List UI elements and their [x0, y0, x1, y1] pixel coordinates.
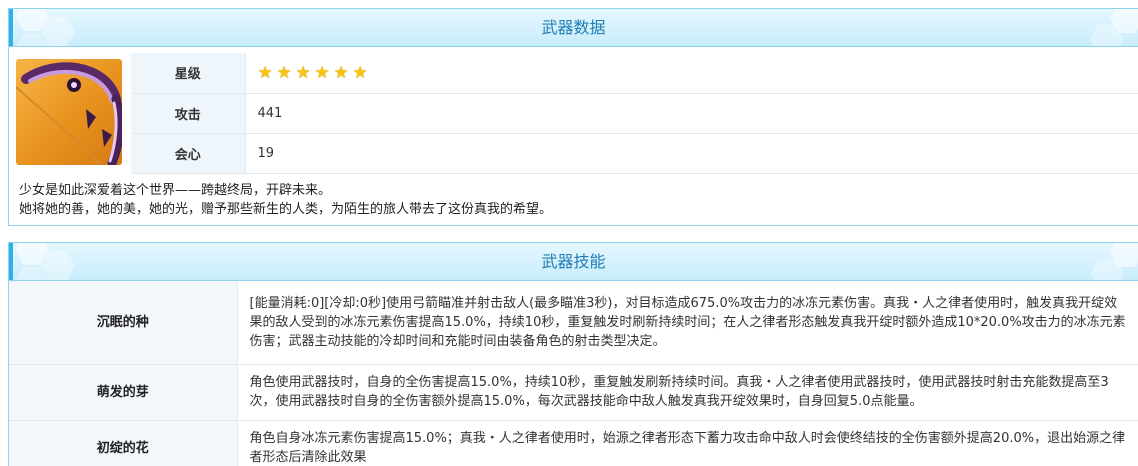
- weapon-skills-header: 武器技能: [9, 243, 1138, 281]
- weapon-data-title: 武器数据: [541, 18, 606, 37]
- weapon-skills-table: 沉眠的种 [能量消耗:0][冷却:0秒]使用弓箭瞄准并射击敌人(最多瞄准3秒)，…: [9, 281, 1138, 466]
- weapon-data-panel: 武器数据 星级 ★ ★ ★ ★ ★ ★ 攻击 441 会心 19 少女是如此深爱…: [8, 8, 1138, 226]
- skill-description: 角色自身冰冻元素伤害提高15.0%；真我・人之律者使用时，始源之律者形态下蓄力攻…: [237, 420, 1138, 466]
- rarity-stars: ★ ★ ★ ★ ★ ★: [258, 64, 1138, 82]
- star-icon: ★: [276, 62, 292, 83]
- stat-row-crit: 会心 19: [131, 133, 1138, 174]
- star-icon: ★: [295, 62, 311, 83]
- skill-description: 角色使用武器技时，自身的全伤害提高15.0%，持续10秒，重复触发刷新持续时间。…: [237, 364, 1138, 421]
- star-icon: ★: [314, 62, 330, 83]
- stat-label: 星级: [131, 53, 246, 94]
- weapon-stats-table: 星级 ★ ★ ★ ★ ★ ★ 攻击 441 会心 19: [131, 53, 1138, 174]
- skill-description: [能量消耗:0][冷却:0秒]使用弓箭瞄准并射击敌人(最多瞄准3秒)，对目标造成…: [237, 281, 1138, 365]
- skill-row: 初绽的花 角色自身冰冻元素伤害提高15.0%；真我・人之律者使用时，始源之律者形…: [9, 420, 1138, 466]
- stat-value: 19: [245, 133, 1138, 174]
- skill-name: 萌发的芽: [9, 364, 238, 421]
- stat-value: 441: [245, 93, 1138, 134]
- description-line: 少女是如此深爱着这个世界——跨越终局，开辟未来。: [19, 183, 332, 198]
- skill-row: 沉眠的种 [能量消耗:0][冷却:0秒]使用弓箭瞄准并射击敌人(最多瞄准3秒)，…: [9, 281, 1138, 365]
- star-icon: ★: [257, 62, 273, 83]
- weapon-skills-panel: 武器技能 沉眠的种 [能量消耗:0][冷却:0秒]使用弓箭瞄准并射击敌人(最多瞄…: [8, 242, 1138, 466]
- stat-label: 攻击: [131, 93, 246, 134]
- skill-name: 沉眠的种: [9, 281, 238, 365]
- weapon-skills-title: 武器技能: [541, 252, 606, 271]
- stat-row-attack: 攻击 441: [131, 93, 1138, 134]
- skill-name: 初绽的花: [9, 420, 238, 466]
- star-icon: ★: [333, 62, 349, 83]
- description-line: 她将她的善，她的美，她的光，赠予那些新生的人类，为陌生的旅人带去了这份真我的希望…: [19, 202, 553, 217]
- stat-label: 会心: [131, 133, 246, 174]
- skill-row: 萌发的芽 角色使用武器技时，自身的全伤害提高15.0%，持续10秒，重复触发刷新…: [9, 364, 1138, 421]
- bow-weapon-icon: [16, 59, 122, 165]
- stat-value-stars: ★ ★ ★ ★ ★ ★: [245, 53, 1138, 94]
- weapon-description: 少女是如此深爱着这个世界——跨越终局，开辟未来。 她将她的善，她的美，她的光，赠…: [19, 181, 552, 219]
- star-icon: ★: [352, 62, 368, 83]
- stat-row-rarity: 星级 ★ ★ ★ ★ ★ ★: [131, 53, 1138, 94]
- weapon-data-header: 武器数据: [9, 9, 1138, 47]
